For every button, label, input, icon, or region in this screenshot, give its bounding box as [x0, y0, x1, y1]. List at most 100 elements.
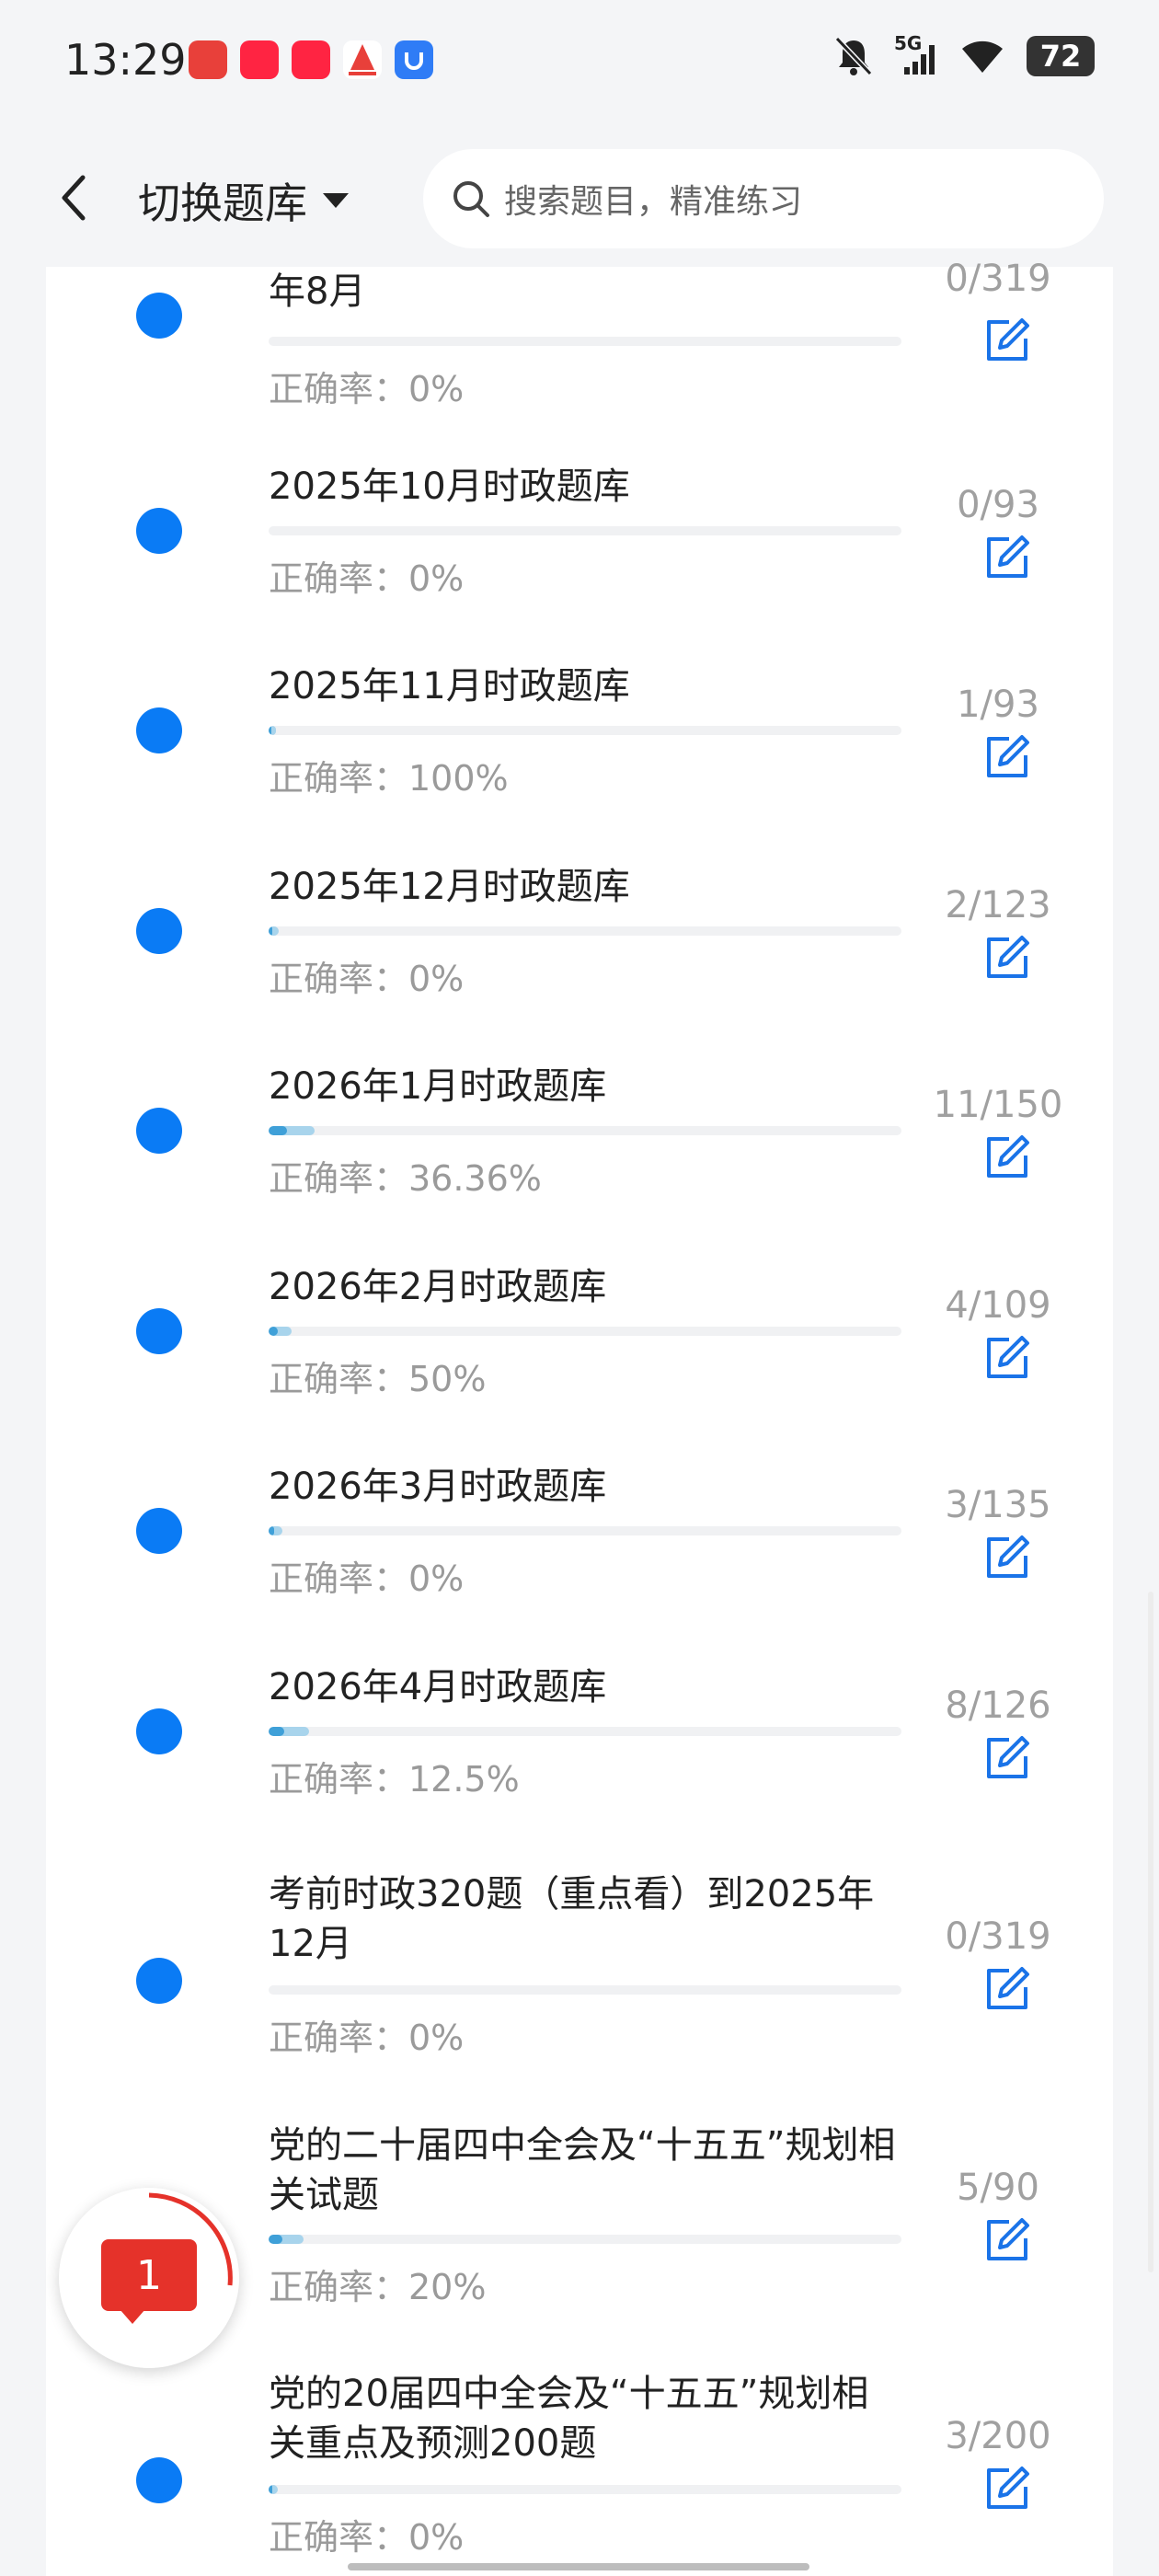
edit-button[interactable] — [980, 1530, 1035, 1585]
progress-count: 0/319 — [945, 1915, 1051, 1958]
edit-icon — [987, 1135, 1029, 1178]
progress-count: 3/135 — [945, 1484, 1051, 1526]
status-dot — [136, 2457, 182, 2503]
progress-fill-correct — [269, 2485, 273, 2494]
status-dot — [136, 1508, 182, 1554]
progress-count: 4/109 — [945, 1284, 1051, 1327]
progress-count: 3/200 — [945, 2415, 1051, 2457]
status-dot — [136, 1308, 182, 1354]
accuracy-text: 正确率：36.36% — [269, 1158, 542, 1199]
scrollbar[interactable] — [1148, 1592, 1153, 2272]
app-icon-red-heart — [189, 40, 227, 79]
progress-fill-correct — [269, 926, 273, 936]
progress-fill — [269, 726, 277, 735]
edit-button[interactable] — [980, 930, 1035, 985]
floating-message-button[interactable]: 1 — [59, 2188, 239, 2368]
progress-fill — [269, 926, 280, 936]
progress-fill — [269, 2485, 279, 2494]
progress-bar — [269, 526, 901, 535]
progress-fill-correct — [269, 1727, 285, 1736]
progress-count: 2/123 — [945, 884, 1051, 926]
switch-bank-dropdown[interactable]: 切换题库 — [138, 170, 351, 231]
status-dot — [136, 1108, 182, 1154]
header: 切换题库 搜索题目，精准练习 — [0, 129, 1159, 267]
accuracy-text: 正确率：100% — [269, 758, 509, 799]
cellular-signal-icon: 5G — [894, 32, 938, 76]
item-title: 党的二十届四中全会及“十五五”规划相关试题 — [269, 2124, 896, 2216]
status-right: 5G 72 — [833, 32, 1095, 77]
edit-icon — [987, 1336, 1029, 1378]
edit-button[interactable] — [980, 313, 1035, 368]
item-title: 2026年2月时政题库 — [269, 1266, 607, 1308]
edit-icon — [987, 1535, 1029, 1578]
search-input[interactable]: 搜索题目，精准练习 — [423, 149, 1104, 248]
accuracy-text: 正确率：0% — [269, 959, 465, 999]
edit-icon — [987, 2467, 1029, 2509]
accuracy-text: 正确率：0% — [269, 369, 465, 409]
progress-fill-correct — [269, 726, 272, 735]
progress-bar — [269, 2235, 901, 2244]
edit-button[interactable] — [980, 730, 1035, 785]
edit-icon — [987, 535, 1029, 578]
status-dot — [136, 508, 182, 554]
progress-bar — [269, 1327, 901, 1336]
message-badge: 1 — [101, 2239, 197, 2311]
progress-bar — [269, 926, 901, 936]
progress-count: 0/93 — [957, 484, 1039, 526]
accuracy-text: 正确率：0% — [269, 2018, 465, 2058]
progress-fill — [269, 1126, 316, 1135]
home-indicator[interactable] — [348, 2563, 809, 2570]
blue-shield-app-icon — [395, 40, 433, 79]
item-title: 2026年1月时政题库 — [269, 1065, 607, 1108]
progress-fill — [269, 2235, 304, 2244]
search-icon — [453, 181, 489, 217]
item-title: 2025年12月时政题库 — [269, 866, 630, 908]
progress-count: 8/126 — [945, 1685, 1051, 1727]
caret-down-icon — [323, 193, 349, 208]
message-badge-tail — [120, 2309, 145, 2324]
accuracy-text: 正确率：12.5% — [269, 1759, 520, 1800]
progress-fill — [269, 1526, 283, 1535]
accuracy-text: 正确率：0% — [269, 1558, 465, 1599]
status-dot — [136, 293, 182, 339]
status-bar: 13:29 5G 72 — [0, 0, 1159, 129]
item-title: 2025年10月时政题库 — [269, 466, 630, 508]
bell-muted-icon — [834, 36, 873, 76]
edit-button[interactable] — [980, 530, 1035, 585]
back-button[interactable] — [46, 166, 101, 230]
edit-button[interactable] — [980, 1130, 1035, 1185]
progress-fill-correct — [269, 1327, 279, 1336]
accuracy-text: 正确率：0% — [269, 558, 465, 599]
status-dot — [136, 1958, 182, 2004]
edit-button[interactable] — [980, 2461, 1035, 2516]
xiaohongshu-icon — [292, 40, 330, 79]
sail-app-icon — [343, 40, 382, 79]
progress-fill — [269, 1327, 293, 1336]
search-placeholder: 搜索题目，精准练习 — [504, 183, 803, 221]
progress-bar — [269, 337, 901, 346]
progress-fill-correct — [269, 1126, 288, 1135]
wifi-icon — [962, 40, 1003, 73]
chevron-left-icon — [62, 175, 86, 221]
edit-button[interactable] — [980, 2213, 1035, 2268]
item-title: 2026年3月时政题库 — [269, 1466, 607, 1508]
progress-fill-correct — [269, 2235, 283, 2244]
item-title: 2026年4月时政题库 — [269, 1666, 607, 1708]
progress-bar — [269, 1126, 901, 1135]
progress-fill — [269, 1727, 309, 1736]
edit-icon — [987, 936, 1029, 978]
accuracy-text: 正确率：20% — [269, 2267, 487, 2307]
progress-bar — [269, 726, 901, 735]
edit-button[interactable] — [980, 1961, 1035, 2017]
battery-indicator: 72 — [1027, 36, 1095, 76]
edit-icon — [987, 1967, 1029, 2009]
status-time: 13:29 — [64, 35, 187, 85]
progress-count: 0/319 — [945, 258, 1051, 300]
item-title: 2025年11月时政题库 — [269, 665, 630, 707]
message-count: 1 — [136, 2251, 162, 2299]
edit-button[interactable] — [980, 1330, 1035, 1386]
switch-bank-label: 切换题库 — [138, 178, 307, 228]
progress-bar — [269, 1727, 901, 1736]
edit-button[interactable] — [980, 1731, 1035, 1786]
accuracy-text: 正确率：50% — [269, 1359, 487, 1399]
